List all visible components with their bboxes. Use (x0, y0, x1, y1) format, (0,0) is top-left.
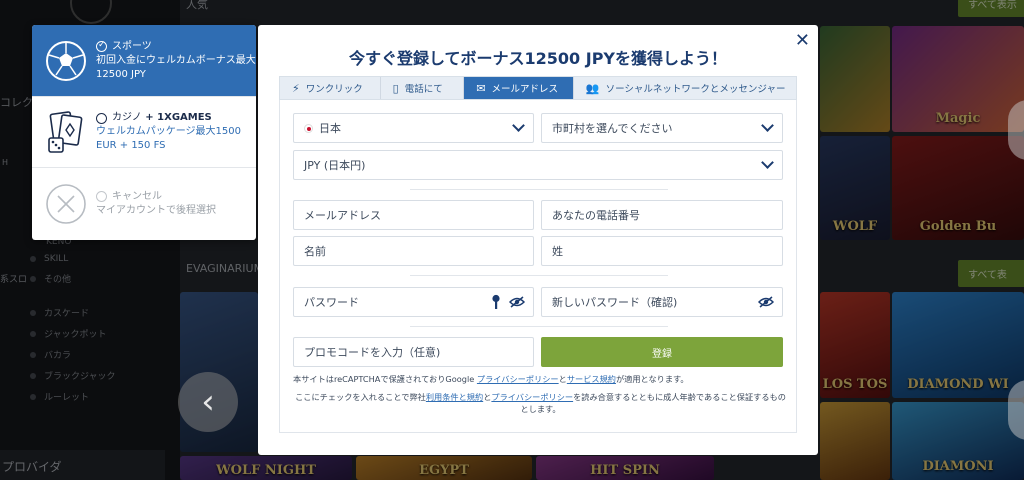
bonus-option-cancel[interactable]: キャンセル マイアカウントで後程選択 (32, 168, 256, 239)
radio-checked-icon[interactable] (96, 39, 107, 52)
divider (410, 189, 668, 190)
divider (410, 326, 668, 327)
chevron-down-icon (761, 156, 774, 169)
eye-hidden-icon[interactable] (509, 296, 525, 308)
terms-of-service-link[interactable]: サービス規約 (567, 374, 616, 384)
cancel-icon (44, 182, 88, 226)
modal-title: 今すぐ登録してボーナス12500 JPYを獲得しよう！ (348, 49, 728, 68)
chevron-down-icon (761, 119, 774, 132)
carousel-prev-button[interactable]: ‹ (178, 372, 238, 432)
carousel-next-button[interactable] (1008, 100, 1024, 160)
registration-modal: ✕ 今すぐ登録してボーナス12500 JPYを獲得しよう！ ⚡ ワンクリック ▯ 電… (258, 25, 818, 455)
radio-icon[interactable] (96, 112, 107, 124)
registration-tabs: ⚡ ワンクリック ▯ 電話にて ✉ メールアドレス 👥 ソーシャルネットワークとメッセン… (279, 76, 797, 100)
first-name-field[interactable]: 名前 (293, 236, 534, 266)
tab-one-click[interactable]: ⚡ ワンクリック (280, 77, 381, 99)
terms-and-conditions-link[interactable]: 利用条件と規約 (426, 392, 483, 402)
country-select[interactable]: 日本 (293, 113, 534, 143)
promo-code-field[interactable]: プロモコードを入力（任意) (293, 337, 534, 367)
soccer-ball-icon (44, 39, 88, 83)
bonus-casino-title: カジノ + 1XGAMES (112, 112, 212, 123)
people-icon: 👥 (585, 81, 600, 95)
last-name-field[interactable]: 姓 (541, 236, 783, 266)
divider (410, 275, 668, 276)
recaptcha-note: 本サイトはreCAPTCHAで保護されておりGoogle プライバシーポリシーと… (293, 374, 689, 384)
chevron-down-icon (512, 119, 525, 132)
consent-note: ここにチェックを入れることで弊社利用条件と規約とプライバシーポリシーを読み合意す… (295, 392, 786, 415)
bonus-sports-title: スポーツ (112, 40, 152, 52)
register-button[interactable]: 登録 (541, 337, 783, 367)
consent-privacy-link[interactable]: プライバシーポリシー (491, 392, 573, 402)
tab-email[interactable]: ✉ メールアドレス (464, 77, 574, 99)
bonus-sports-desc: 初回入金にウェルカムボーナス最大12500 JPY (96, 54, 256, 80)
confirm-password-field[interactable]: 新しいパスワード（確認) (541, 287, 783, 317)
bonus-cancel-desc: マイアカウントで後程選択 (96, 204, 216, 216)
bonus-cancel-title: キャンセル (112, 190, 162, 202)
city-select[interactable]: 市町村を選んでください (541, 113, 783, 143)
casino-cards-icon (44, 110, 88, 154)
privacy-policy-link[interactable]: プライバシーポリシー (477, 374, 559, 384)
key-icon[interactable] (490, 294, 502, 310)
bonus-selection-panel: スポーツ 初回入金にウェルカムボーナス最大12500 JPY カジノ + 1XG… (32, 25, 256, 240)
envelope-icon: ✉ (476, 81, 486, 95)
password-field[interactable]: パスワード (293, 287, 534, 317)
bonus-option-casino[interactable]: カジノ + 1XGAMES ウェルカムパッケージ最大1500 EUR + 150… (32, 97, 256, 168)
bonus-casino-desc: ウェルカムパッケージ最大1500 EUR + 150 FS (96, 126, 241, 151)
registration-form: 日本 市町村を選んでください JPY (日本円) メールアドレス あなたの電話番… (279, 100, 797, 433)
email-field[interactable]: メールアドレス (293, 200, 534, 230)
bonus-option-sports[interactable]: スポーツ 初回入金にウェルカムボーナス最大12500 JPY (32, 25, 256, 97)
tab-phone[interactable]: ▯ 電話にて (381, 77, 465, 99)
eye-hidden-icon[interactable] (758, 296, 774, 308)
phone-field[interactable]: あなたの電話番号 (541, 200, 783, 230)
tab-social[interactable]: 👥 ソーシャルネットワークとメッセンジャー (574, 77, 796, 99)
currency-select[interactable]: JPY (日本円) (293, 150, 783, 180)
radio-icon[interactable] (96, 191, 107, 202)
carousel-next-button-2[interactable] (1008, 380, 1024, 440)
japan-flag-icon (304, 123, 313, 133)
lightning-icon: ⚡ (292, 81, 300, 95)
chevron-left-icon: ‹ (201, 382, 215, 422)
phone-icon: ▯ (392, 81, 399, 95)
